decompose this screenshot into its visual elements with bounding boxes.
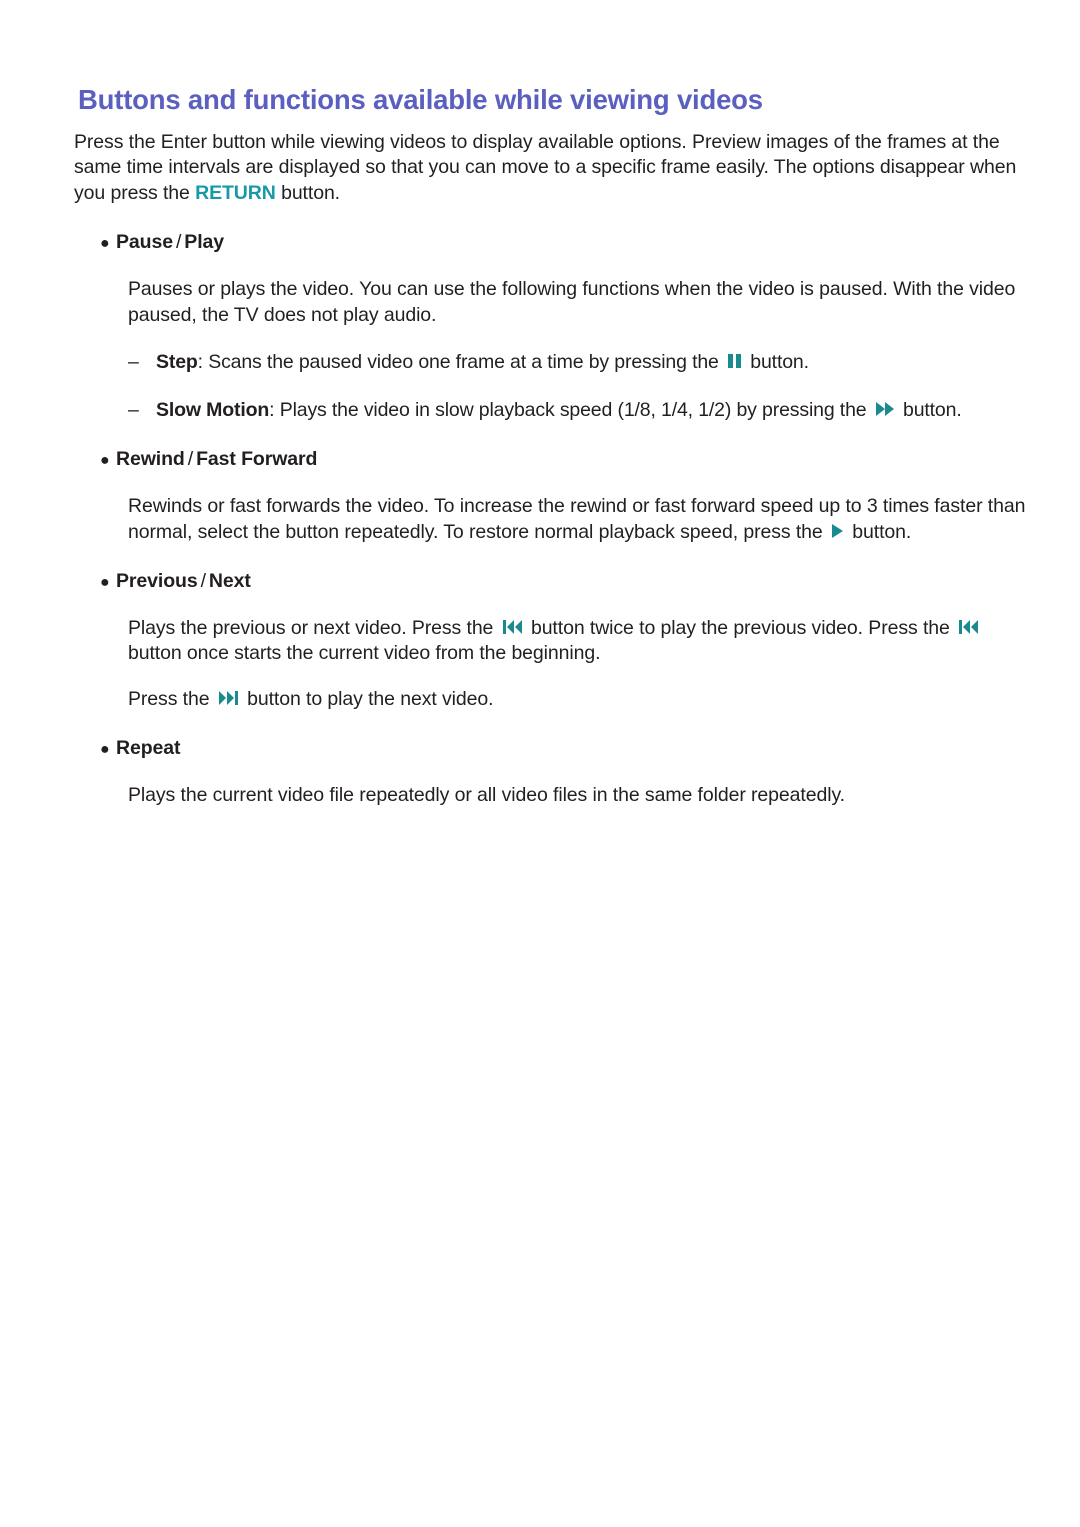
return-keyword: RETURN [195, 182, 276, 205]
sub-item-step: – Step: Scans the paused video one frame… [74, 350, 1080, 376]
paragraph-previous-next-1: Plays the previous or next video. Press … [74, 616, 1028, 668]
paragraph-pause-play: Pauses or plays the video. You can use t… [128, 277, 1016, 326]
sub-item-slow-motion-text: Slow Motion: Plays the video in slow pla… [156, 398, 962, 424]
fast-forward-icon [875, 401, 895, 417]
dash-marker: – [128, 399, 139, 422]
label-pause: Pause [116, 230, 173, 253]
bullet-dot-icon: ● [100, 452, 110, 470]
section-label-repeat: Repeat [116, 736, 181, 759]
bullet-heading-rewind-fast-forward: ● Rewind / Fast Forward [74, 448, 1034, 474]
label-fast-forward: Fast Forward [196, 448, 318, 471]
bullet-heading-previous-next: ● Previous / Next [74, 570, 1034, 596]
bullet-dot-icon: ● [100, 573, 110, 591]
next-text-b: button to play the next video. [241, 687, 494, 710]
sub-item-step-text: Step: Scans the paused video one frame a… [156, 350, 809, 376]
previous-text-c: button once starts the current video fro… [128, 642, 601, 665]
label-play: Play [184, 230, 224, 253]
previous-text-a: Plays the previous or next video. Press … [128, 616, 499, 639]
next-icon [218, 690, 239, 706]
dash-marker: – [128, 351, 139, 374]
bullet-dot-icon: ● [100, 740, 110, 758]
intro-paragraph: Press the Enter button while viewing vid… [74, 130, 1029, 207]
bullet-heading-repeat: ● Repeat [74, 737, 1034, 763]
bullet-dot-icon: ● [100, 234, 110, 252]
slow-motion-text-after: button. [897, 399, 962, 422]
intro-text-part2: button. [275, 182, 341, 205]
rewind-text-after: button. [846, 520, 912, 543]
pause-icon [727, 353, 742, 369]
document-content: Press the Enter button while viewing vid… [74, 110, 1034, 828]
label-next: Next [208, 569, 251, 592]
step-text-before: : Scans the paused video one frame at a … [197, 351, 725, 374]
label-rewind: Rewind [116, 448, 185, 471]
previous-icon [502, 619, 523, 635]
slow-motion-text-before: : Plays the video in slow playback speed… [269, 399, 872, 422]
label-separator: / [175, 230, 182, 253]
bullet-heading-pause-play: ● Pause / Play [74, 231, 1034, 257]
label-separator: / [187, 448, 194, 471]
label-separator: / [200, 569, 206, 592]
sub-item-slow-motion: – Slow Motion: Plays the video in slow p… [74, 398, 1080, 424]
label-previous: Previous [116, 569, 198, 592]
section-label-previous-next: Previous / Next [116, 570, 251, 593]
next-text-a: Press the [128, 687, 215, 710]
previous-icon [958, 619, 979, 635]
section-label-pause-play: Pause / Play [116, 231, 224, 254]
previous-text-b: button twice to play the previous video.… [525, 616, 956, 639]
paragraph-rewind-fast-forward: Rewinds or fast forwards the video. To i… [74, 494, 1028, 546]
step-text-after: button. [745, 351, 809, 374]
section-label-rewind-fast-forward: Rewind / Fast Forward [116, 448, 317, 471]
term-slow-motion: Slow Motion [156, 399, 270, 422]
play-icon [831, 523, 844, 539]
paragraph-previous-next-2: Press the button to play the next video. [74, 687, 1028, 713]
document-page: Buttons and functions available while vi… [0, 0, 1080, 1527]
paragraph-repeat: Plays the current video file repeatedly … [128, 783, 845, 806]
term-step: Step [156, 351, 198, 374]
